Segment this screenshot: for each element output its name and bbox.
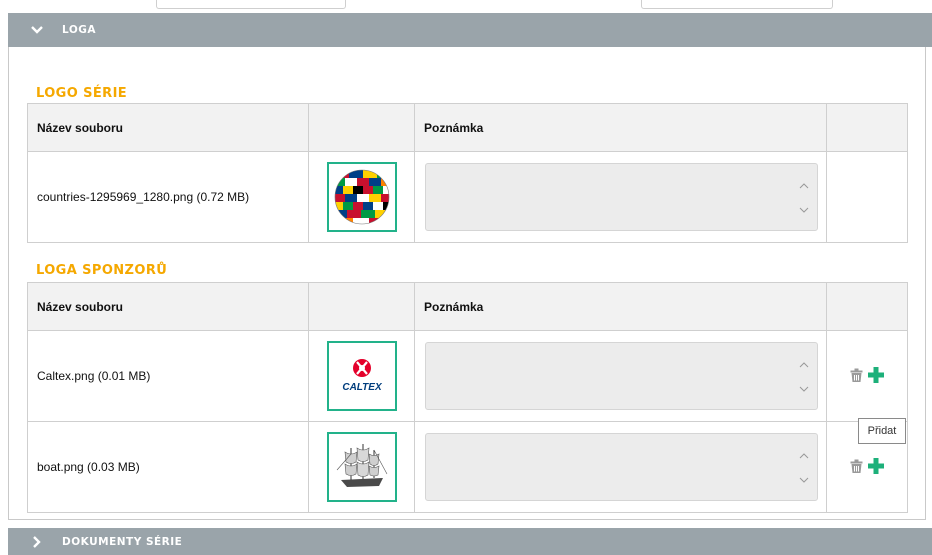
table-row: Caltex.png (0.01 MB) CALTEX bbox=[27, 330, 908, 422]
series-logo-title: LOGO SÉRIE bbox=[36, 86, 128, 101]
sailing-ship-image[interactable] bbox=[326, 432, 397, 502]
table-row: countries-1295969_1280.png (0.72 MB) bbox=[27, 151, 908, 243]
scroll-down-icon[interactable] bbox=[799, 476, 809, 484]
chevron-right-icon bbox=[33, 535, 41, 548]
scroll-down-icon[interactable] bbox=[799, 385, 809, 393]
actions-cell bbox=[826, 330, 908, 422]
sponsor-logos-table: Název souboru Poznámka Caltex.png (0.01 … bbox=[27, 282, 908, 513]
column-header-note: Poznámka bbox=[414, 103, 827, 152]
trash-icon[interactable] bbox=[850, 368, 863, 382]
caltex-logo-image[interactable]: CALTEX bbox=[326, 341, 397, 411]
thumbnail-cell bbox=[308, 421, 415, 513]
scroll-up-icon[interactable] bbox=[799, 361, 809, 369]
column-header-filename: Název souboru bbox=[27, 282, 309, 331]
file-name: Caltex.png (0.01 MB) bbox=[27, 330, 309, 422]
top-input-left[interactable] bbox=[156, 0, 346, 9]
column-header-filename: Název souboru bbox=[27, 103, 309, 152]
note-cell bbox=[414, 330, 827, 422]
table-header-row: Název souboru Poznámka bbox=[27, 103, 908, 152]
add-tooltip: Přidat bbox=[858, 418, 906, 444]
note-cell bbox=[414, 421, 827, 513]
globe-flags-image[interactable] bbox=[326, 162, 397, 232]
note-textarea[interactable] bbox=[425, 433, 818, 501]
chevron-down-icon bbox=[31, 26, 43, 34]
scroll-up-icon[interactable] bbox=[799, 452, 809, 460]
table-row: boat.png (0.03 MB) bbox=[27, 421, 908, 513]
scroll-up-icon[interactable] bbox=[799, 182, 809, 190]
section-title-logos: LOGA bbox=[62, 24, 96, 36]
column-header-actions bbox=[826, 103, 908, 152]
scroll-down-icon[interactable] bbox=[799, 206, 809, 214]
column-header-thumbnail bbox=[308, 103, 415, 152]
thumbnail-cell: CALTEX bbox=[308, 330, 415, 422]
sponsor-logos-title: LOGA SPONZORŮ bbox=[36, 263, 168, 278]
section-header-documents[interactable]: DOKUMENTY SÉRIE bbox=[8, 528, 932, 555]
actions-cell bbox=[826, 151, 908, 243]
file-name: boat.png (0.03 MB) bbox=[27, 421, 309, 513]
top-strip bbox=[0, 0, 932, 12]
table-header-row: Název souboru Poznámka bbox=[27, 282, 908, 331]
plus-icon[interactable] bbox=[868, 458, 884, 474]
column-header-thumbnail bbox=[308, 282, 415, 331]
series-logo-table: Název souboru Poznámka countries-1295969… bbox=[27, 103, 908, 243]
section-title-documents: DOKUMENTY SÉRIE bbox=[62, 535, 183, 548]
note-textarea[interactable] bbox=[425, 163, 818, 231]
file-name: countries-1295969_1280.png (0.72 MB) bbox=[27, 151, 309, 243]
section-header-logos[interactable]: LOGA bbox=[8, 13, 932, 47]
column-header-note: Poznámka bbox=[414, 282, 827, 331]
trash-icon[interactable] bbox=[850, 459, 863, 473]
plus-icon[interactable] bbox=[868, 367, 884, 383]
top-input-right[interactable] bbox=[641, 0, 833, 9]
note-cell bbox=[414, 151, 827, 243]
note-textarea[interactable] bbox=[425, 342, 818, 410]
caltex-logo-text: CALTEX bbox=[342, 382, 383, 393]
thumbnail-cell bbox=[308, 151, 415, 243]
column-header-actions bbox=[826, 282, 908, 331]
